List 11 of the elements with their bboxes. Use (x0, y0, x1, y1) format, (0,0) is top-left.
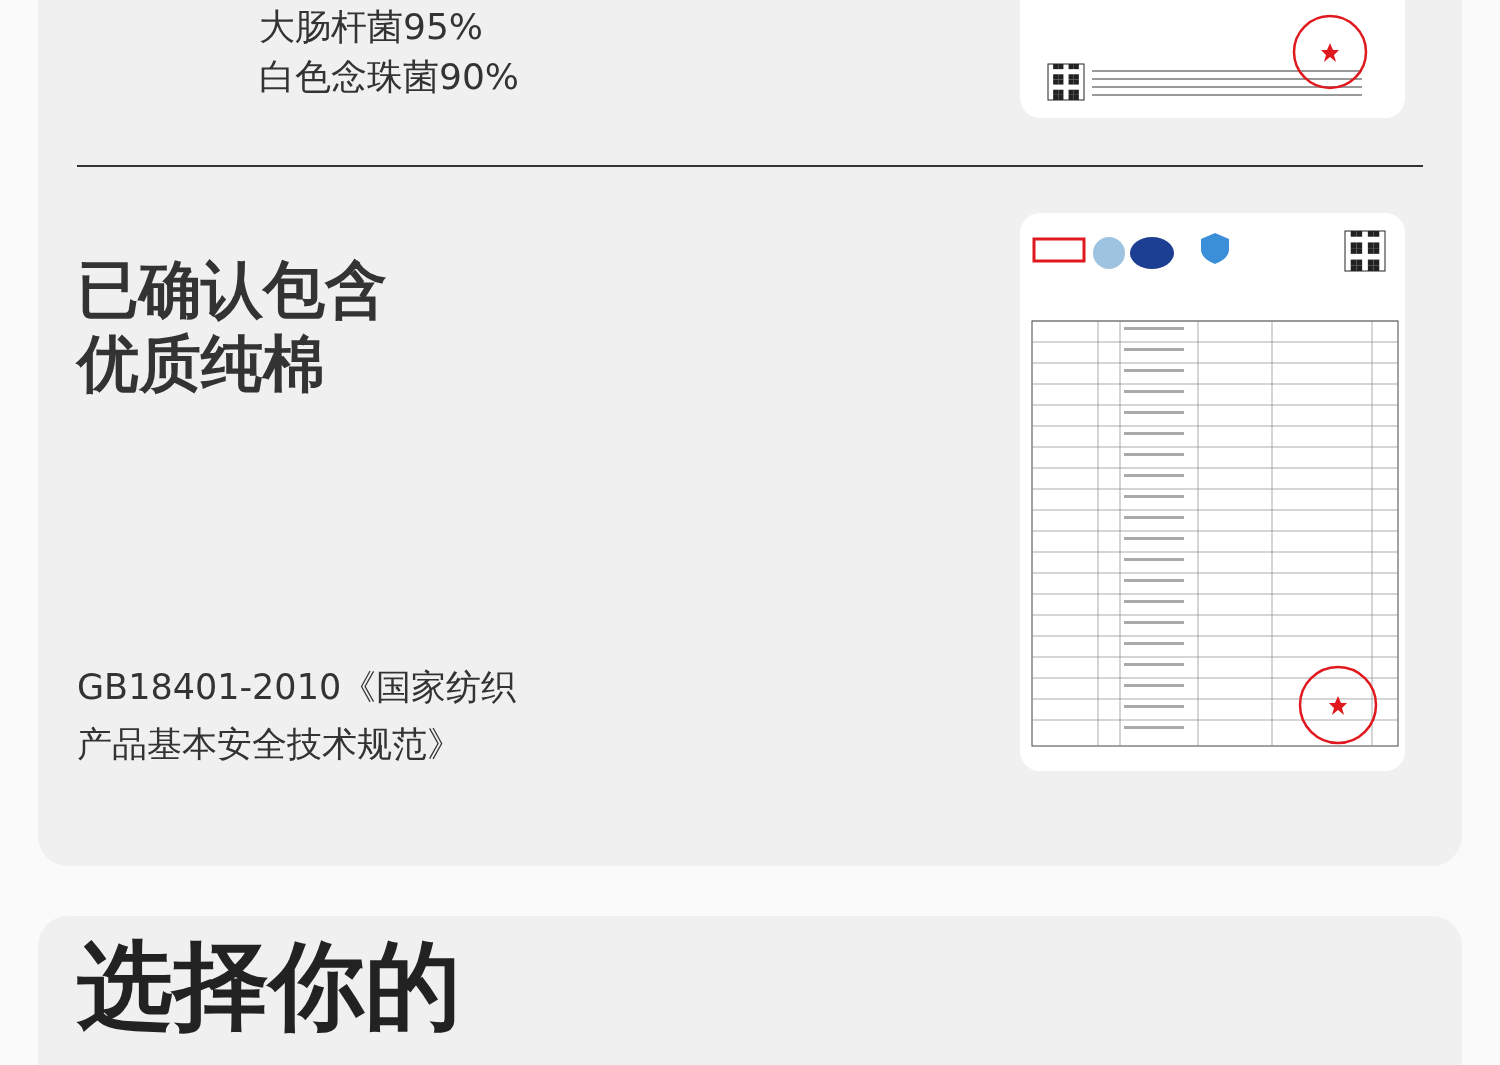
qr-code-icon (1344, 230, 1386, 272)
section-heading: 已确认包含 (77, 253, 388, 327)
section-heading: 选择你的 (77, 930, 462, 1042)
standard-text: GB18401-2010《国家纺织 (77, 666, 517, 709)
test-result-text: 白色念珠菌90% (259, 55, 519, 99)
test-result-text: 大肠杆菌95% (259, 5, 484, 49)
qr-code-icon (1047, 63, 1085, 101)
section-heading: 优质纯棉 (77, 327, 326, 401)
stamp-icon (1292, 14, 1368, 90)
stamp-icon (1298, 665, 1378, 745)
standard-text: 产品基本安全技术规范》 (77, 723, 463, 766)
